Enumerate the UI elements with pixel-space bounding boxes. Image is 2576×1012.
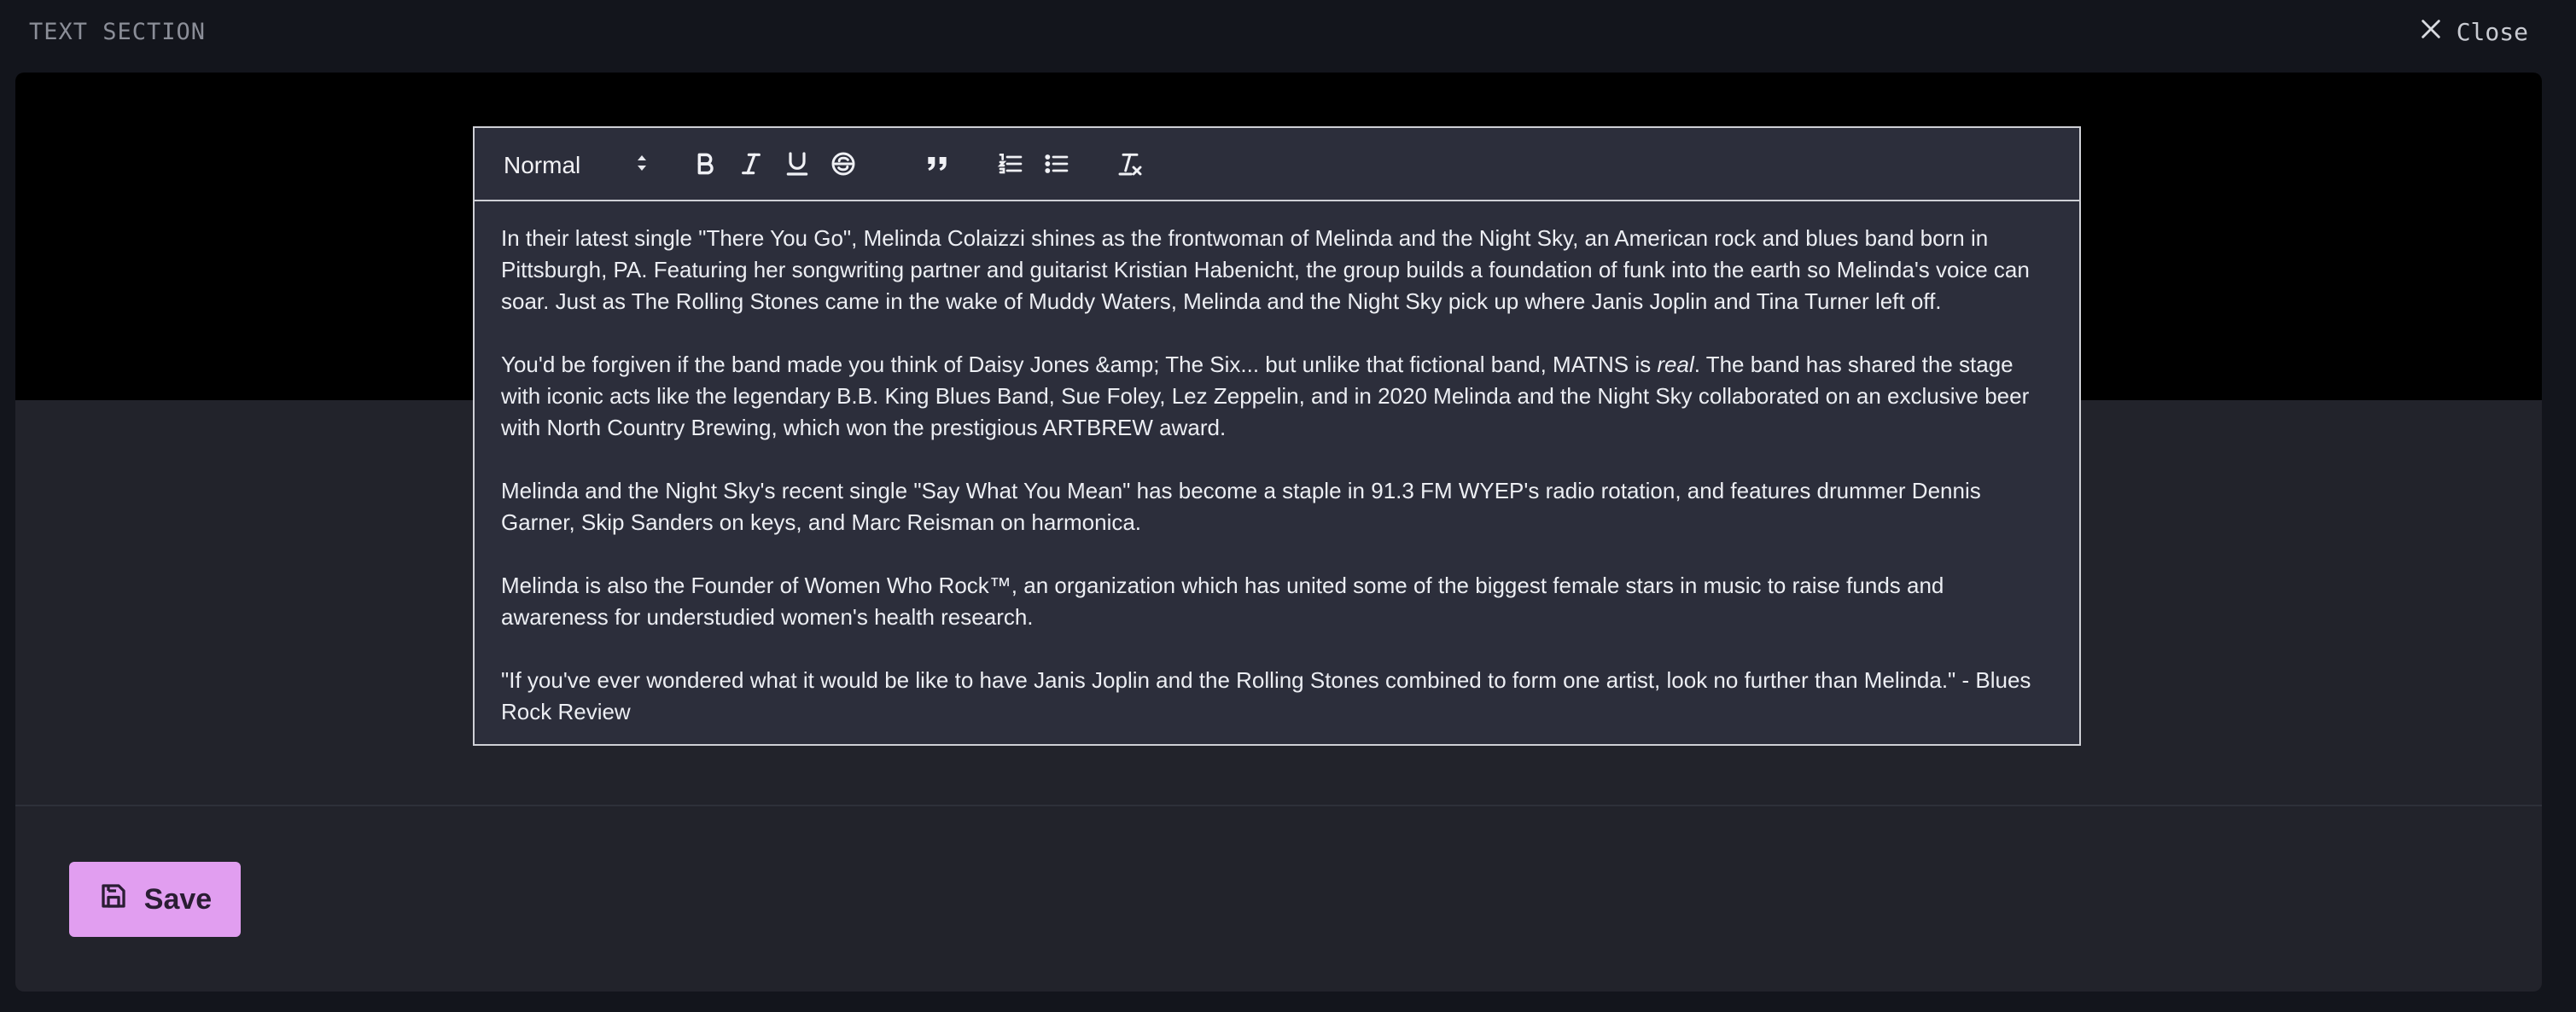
- strikethrough-button[interactable]: [828, 150, 859, 181]
- clear-format-button[interactable]: [1115, 150, 1145, 181]
- close-button[interactable]: Close: [2419, 17, 2528, 47]
- underline-button[interactable]: [782, 150, 813, 181]
- save-icon: [98, 881, 129, 919]
- ordered-list-button[interactable]: [995, 150, 1026, 181]
- paragraph: "If you've ever wondered what it would b…: [501, 667, 2031, 724]
- format-select[interactable]: Normal: [504, 150, 649, 181]
- bullet-list-button[interactable]: [1041, 150, 1072, 181]
- paragraph-text: You'd be forgiven if the band made you t…: [501, 352, 1658, 377]
- bullet-list-icon: [1043, 150, 1070, 182]
- top-bar: TEXT SECTION Close: [0, 0, 2576, 72]
- select-arrows-icon: [635, 152, 649, 180]
- blockquote-icon: [924, 150, 951, 182]
- paragraph: You'd be forgiven if the band made you t…: [501, 349, 2035, 444]
- emphasis-text: real: [1657, 352, 1694, 377]
- editor-content[interactable]: In their latest single "There You Go", M…: [501, 223, 2035, 759]
- close-label: Close: [2456, 18, 2528, 46]
- ordered-list-icon: [997, 150, 1024, 182]
- italic-button[interactable]: [736, 150, 766, 181]
- format-select-value: Normal: [504, 152, 581, 178]
- save-button[interactable]: Save: [69, 862, 241, 937]
- paragraph: In their latest single "There You Go", M…: [501, 225, 2030, 314]
- clear-format-icon: [1116, 150, 1144, 182]
- section-title: TEXT SECTION: [29, 19, 207, 45]
- paragraph: Melinda is also the Founder of Women Who…: [501, 573, 1944, 630]
- bold-button[interactable]: [690, 150, 720, 181]
- close-icon: [2419, 17, 2443, 47]
- editor-toolbar: Normal: [475, 128, 2079, 201]
- section-panel: Normal In their latest single "There You…: [15, 73, 2542, 992]
- bold-icon: [691, 150, 719, 182]
- blockquote-button[interactable]: [922, 150, 953, 181]
- italic-icon: [737, 150, 765, 182]
- paragraph: Melinda and the Night Sky's recent singl…: [501, 478, 1981, 535]
- rich-text-editor: Normal In their latest single "There You…: [473, 126, 2081, 746]
- footer-divider: [15, 805, 2542, 806]
- underline-icon: [784, 150, 811, 182]
- strikethrough-icon: [830, 150, 857, 182]
- save-label: Save: [143, 882, 213, 916]
